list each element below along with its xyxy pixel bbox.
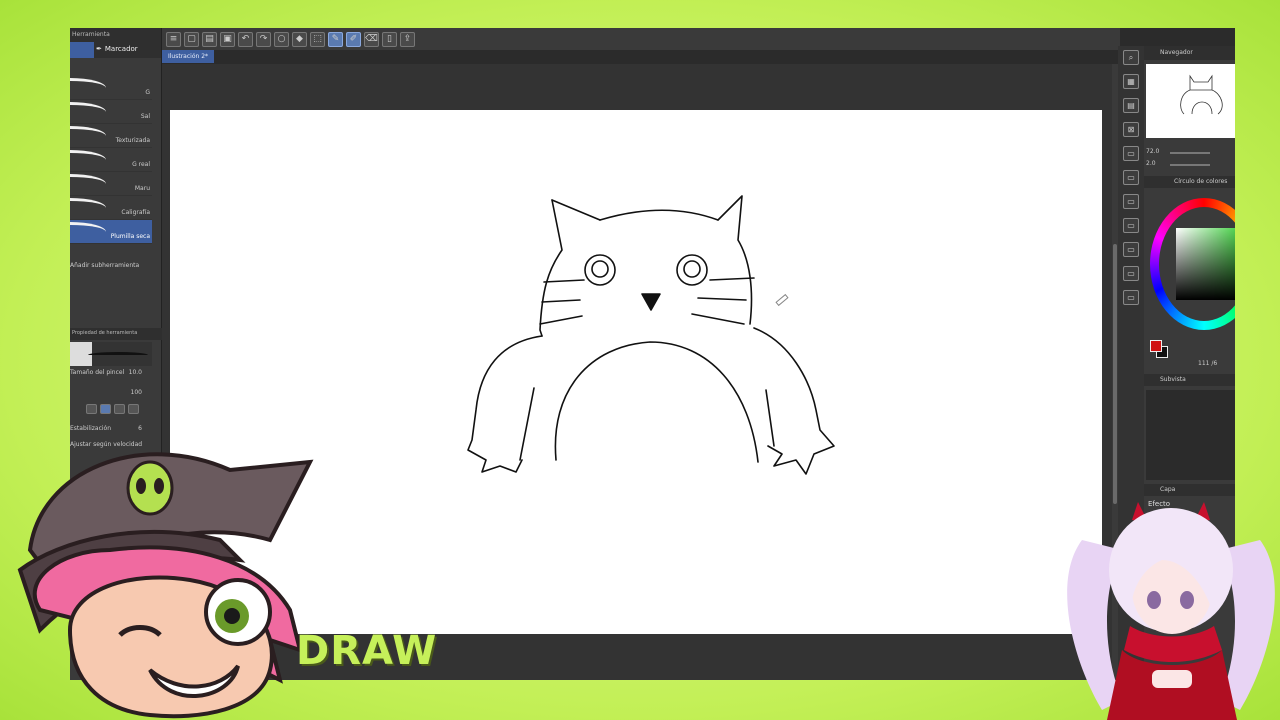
brush-item[interactable]: G real: [70, 148, 152, 172]
brush-size-value[interactable]: 10.0: [129, 369, 142, 376]
folder-icon[interactable]: ▭: [1123, 290, 1139, 305]
shape-option-selected[interactable]: [100, 404, 111, 414]
redo-icon[interactable]: ↷: [256, 31, 271, 47]
opacity-value[interactable]: 100: [131, 389, 142, 396]
folder-icon[interactable]: ▭: [1123, 146, 1139, 161]
device-icon[interactable]: ▯: [382, 31, 397, 47]
brush-item[interactable]: G: [70, 76, 152, 100]
circle-icon[interactable]: ○: [274, 31, 289, 47]
alien-logo-icon: [126, 460, 174, 516]
layer-header: Capa: [1144, 484, 1235, 496]
cat-head-outline: [539, 199, 563, 337]
command-bar: ≡ ▢ ▤ ▣ ↶ ↷ ○ ◆ ⬚ ✎ ✐ ⌫ ▯ ⇪: [160, 28, 1120, 50]
brush-item[interactable]: Caligrafía: [70, 196, 152, 220]
material-icon[interactable]: ▦: [1123, 74, 1139, 89]
folder-icon[interactable]: ▭: [1123, 242, 1139, 257]
cat-left-pupil: [591, 260, 609, 278]
main-color-swatch[interactable]: [1150, 340, 1162, 352]
brush-size-row[interactable]: Tamaño del pincel 10.0: [70, 368, 152, 380]
brush-item[interactable]: Sal: [70, 100, 152, 124]
folder-icon[interactable]: ▭: [1123, 266, 1139, 281]
shape-option[interactable]: [86, 404, 97, 414]
brush-item[interactable]: Texturizada: [70, 124, 152, 148]
transform-icon[interactable]: ⬚: [310, 31, 325, 47]
folder-icon[interactable]: ▭: [1123, 194, 1139, 209]
subtool-group-label: Marcador: [104, 45, 138, 53]
sub-view-header: Subvista: [1144, 374, 1235, 386]
opacity-row[interactable]: 100: [70, 388, 152, 400]
streamer-avatar-girl: [1067, 502, 1275, 720]
brush-item[interactable]: Maru: [70, 172, 152, 196]
folder-icon[interactable]: ▭: [1123, 170, 1139, 185]
brush-stroke-preview: [70, 342, 152, 366]
subtool-tab-selected[interactable]: [70, 42, 94, 58]
sub-view-area[interactable]: [1146, 390, 1235, 480]
fill-icon[interactable]: ◆: [292, 31, 307, 47]
cat-right-eye: [676, 254, 708, 286]
eraser-icon[interactable]: ⌫: [364, 31, 379, 47]
cat-belly: [554, 341, 759, 463]
save-icon[interactable]: ▣: [220, 31, 235, 47]
subtool-tab-row: ✒ Marcador: [70, 42, 161, 58]
streamer-avatar-boy: [17, 452, 314, 719]
cat-left-arm: [519, 387, 535, 461]
add-subtool-label[interactable]: Añadir subherramienta: [70, 262, 139, 269]
cat-left-ear: [551, 199, 601, 221]
search-icon[interactable]: ⌕: [1123, 50, 1139, 65]
document-tab[interactable]: Ilustración 2*: [162, 50, 215, 63]
cat-body-right: [753, 327, 835, 475]
close-panel-icon[interactable]: ⊠: [1123, 122, 1139, 137]
menu-icon[interactable]: ≡: [166, 31, 181, 47]
open-icon[interactable]: ▤: [202, 31, 217, 47]
shape-option[interactable]: [114, 404, 125, 414]
draw-banner-text: DRAW: [296, 628, 438, 674]
cat-right-ear: [717, 195, 753, 325]
brush-shape-selector: [86, 404, 139, 414]
brush-list: G Sal Texturizada G real Maru Caligrafía…: [70, 76, 152, 244]
tool-property-header: Propiedad de herramienta: [70, 328, 162, 340]
export-icon[interactable]: ⇪: [400, 31, 415, 47]
cat-right-pupil: [683, 260, 701, 278]
cat-head-top: [599, 209, 719, 221]
subtool-group-tab[interactable]: ✒ Marcador: [94, 42, 161, 58]
brush-size-label: Tamaño del pincel: [70, 369, 125, 376]
cat-left-eye: [584, 254, 616, 286]
marker-icon: ✒: [96, 45, 102, 53]
undo-icon[interactable]: ↶: [238, 31, 253, 47]
new-icon[interactable]: ▢: [184, 31, 199, 47]
pen-cursor-icon: [775, 293, 789, 307]
brush-item-selected[interactable]: Plumilla seca: [70, 220, 152, 244]
cat-nose: [641, 293, 661, 311]
pencil-icon[interactable]: ✐: [346, 31, 361, 47]
panel-header: Herramienta: [70, 28, 161, 42]
cat-right-arm: [765, 389, 775, 447]
saturation-value-square[interactable]: [1176, 228, 1235, 300]
color-value: 111 /6: [1198, 360, 1218, 367]
layer-property-icon[interactable]: ▤: [1123, 98, 1139, 113]
folder-icon[interactable]: ▭: [1123, 218, 1139, 233]
document-tabs: Ilustración 2*: [162, 50, 215, 64]
pen-icon[interactable]: ✎: [328, 31, 343, 47]
shape-option[interactable]: [128, 404, 139, 414]
